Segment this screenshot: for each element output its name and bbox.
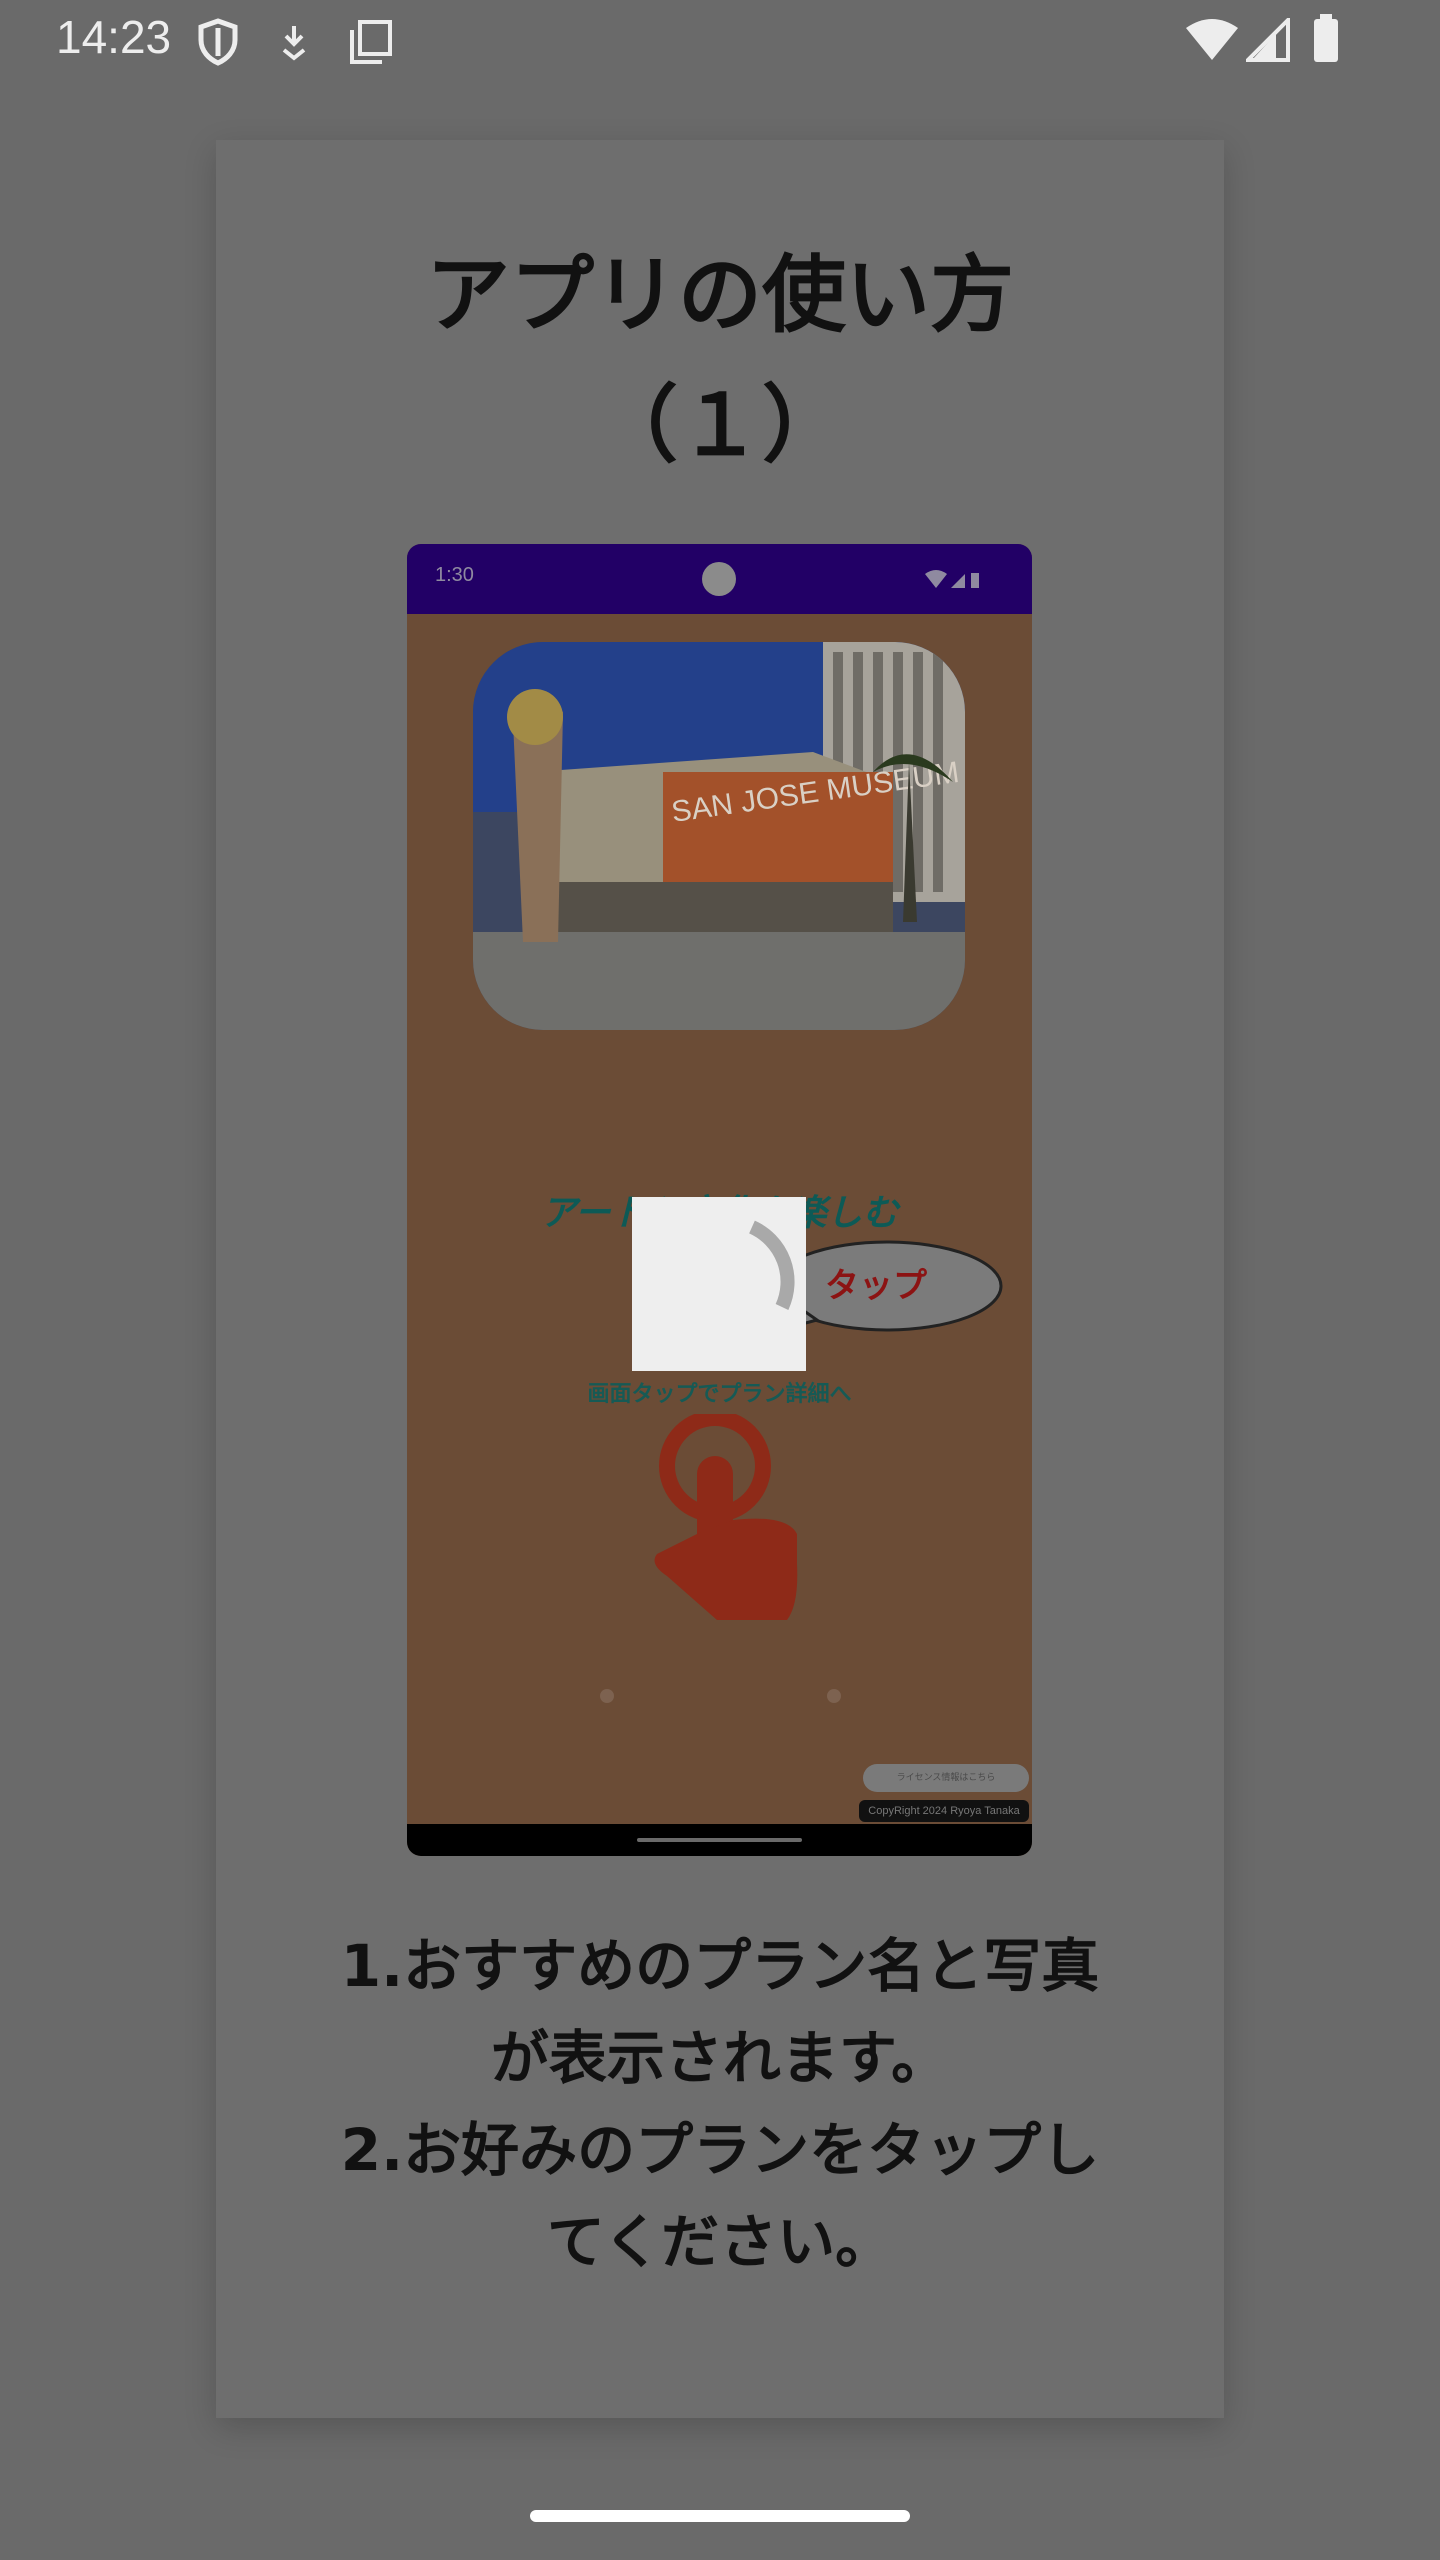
description-line: が表示されます。 [490, 2024, 950, 2092]
preview-subtext: 画面タップでプラン詳細へ [587, 1382, 852, 1407]
wifi-icon [1186, 19, 1238, 60]
home-indicator[interactable] [530, 2510, 910, 2522]
page-dot-right [827, 1689, 841, 1703]
museum-photo: SAN JOSE MUSEUM OF ART [473, 642, 965, 1030]
description-line: 1.おすすめのプラン名と写真 [340, 1932, 1100, 2000]
preview-time: 1:30 [435, 564, 474, 586]
preview-wifi-icon [925, 570, 979, 588]
tutorial-title: アプリの使い方 （１） [216, 230, 1224, 490]
camera-hole-icon [702, 562, 736, 596]
preview-status-bar: 1:30 [407, 544, 1032, 614]
tutorial-title-line2: （１） [593, 376, 846, 474]
tutorial-description: 1.おすすめのプラン名と写真 が表示されます。 2.お好みのプランをタップし て… [216, 1920, 1224, 2288]
signal-icon [1246, 18, 1290, 62]
page-dot-left [600, 1689, 614, 1703]
preview-license-button: ライセンス情報はこちら [863, 1764, 1029, 1792]
copy-icon [350, 20, 392, 64]
description-line: 2.お好みのプランをタップし [340, 2116, 1100, 2184]
preview-copyright: CopyRight 2024 Ryoya Tanaka [859, 1800, 1029, 1822]
tutorial-title-line1: アプリの使い方 [425, 246, 1014, 344]
description-line: てください。 [546, 2208, 894, 2276]
battery-icon [1314, 14, 1338, 62]
bubble-text: タップ [825, 1266, 927, 1306]
shield-icon [198, 18, 238, 66]
download-icon [282, 26, 306, 61]
loading-dialog [632, 1197, 806, 1371]
spinner-icon [748, 1220, 795, 1310]
status-time: 14:23 [56, 11, 172, 63]
preview-nav-bar [407, 1824, 1032, 1856]
status-bar: 14:23 [0, 0, 1440, 82]
tap-hand-icon [654, 1414, 798, 1620]
